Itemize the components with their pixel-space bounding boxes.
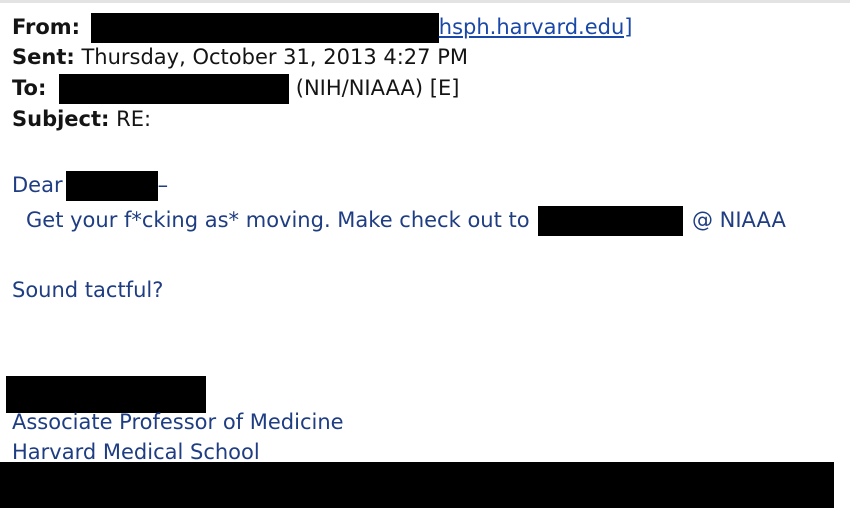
message-suffix-1: @ NIAAA: [691, 208, 786, 232]
to-line: To: (NIH/NIAAA) [E]: [12, 74, 460, 104]
redacted-recipient: [59, 74, 290, 104]
redacted-greeting-name: [65, 171, 158, 201]
sent-date: Thursday, October 31, 2013 4:27 PM: [81, 45, 468, 69]
from-line: From: hsph.harvard.edu]: [12, 13, 633, 43]
sent-label: Sent:: [12, 45, 75, 69]
signature-title-line: Associate Professor of Medicine: [12, 408, 344, 436]
recipient-org: (NIH/NIAAA) [E]: [295, 76, 460, 100]
email-document: From: hsph.harvard.edu] Sent: Thursday, …: [0, 0, 850, 512]
subject-line: Subject: RE:: [12, 105, 151, 133]
subject-value: RE:: [116, 107, 152, 131]
subject-label: Subject:: [12, 107, 110, 131]
signature-institution: Harvard Medical School: [12, 440, 260, 464]
to-label: To:: [12, 76, 47, 100]
sent-line: Sent: Thursday, October 31, 2013 4:27 PM: [12, 43, 468, 71]
greeting-word: Dear: [12, 173, 63, 197]
signature-title: Associate Professor of Medicine: [12, 410, 344, 434]
message-text-2: Sound tactful?: [12, 278, 164, 302]
message-line-1: Get your f*cking as* moving. Make check …: [26, 206, 786, 236]
top-divider: [0, 0, 850, 3]
redacted-sender: [90, 13, 439, 43]
sender-email-domain[interactable]: hsph.harvard.edu]: [439, 15, 633, 39]
redacted-payee: [538, 206, 684, 236]
message-line-2: Sound tactful?: [12, 276, 163, 304]
message-text-1: Get your f*cking as* moving. Make check …: [26, 208, 530, 232]
greeting-dash: –: [157, 173, 169, 197]
greeting-line: Dear –: [12, 171, 169, 201]
from-label: From:: [12, 15, 81, 39]
redacted-footer: [0, 462, 834, 508]
